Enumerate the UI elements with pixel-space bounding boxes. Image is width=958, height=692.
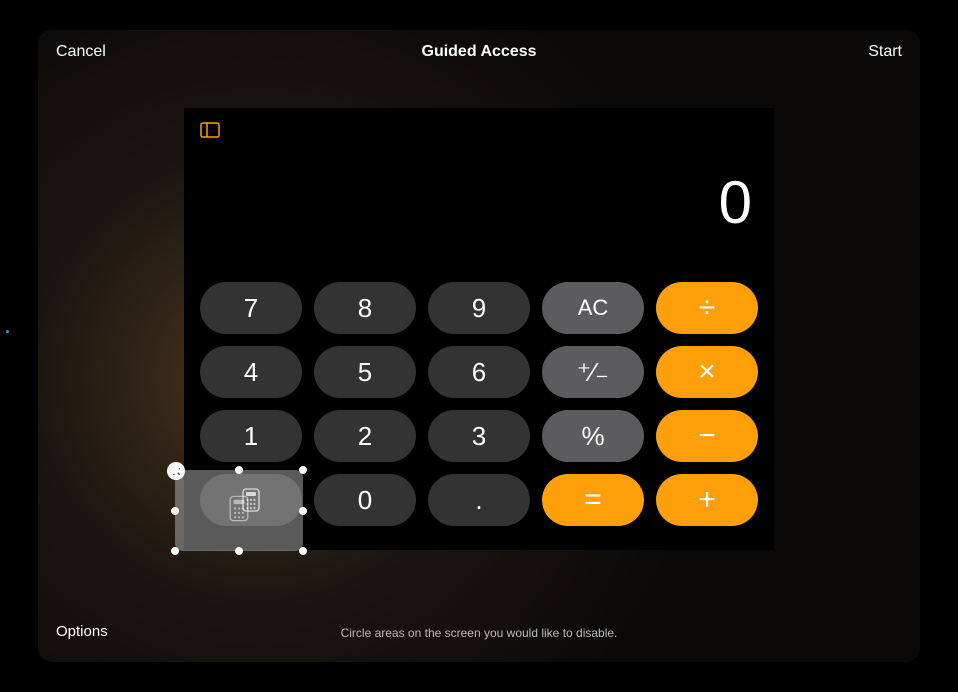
resize-handle[interactable]	[171, 466, 179, 474]
key-8[interactable]: 8	[314, 282, 416, 334]
calculator-display: 0	[719, 168, 752, 237]
key-equals[interactable]: =	[542, 474, 644, 526]
resize-handle[interactable]	[171, 507, 179, 515]
sidebar-toggle-icon[interactable]	[200, 122, 220, 138]
key-divide[interactable]: ÷	[656, 282, 758, 334]
key-0[interactable]: 0	[314, 474, 416, 526]
side-indicator-dot	[6, 330, 9, 333]
page-title: Guided Access	[421, 43, 536, 61]
key-decimal[interactable]: .	[428, 474, 530, 526]
key-1[interactable]: 1	[200, 410, 302, 462]
disabled-area-selection[interactable]	[175, 470, 303, 551]
screen: Cancel Guided Access Start 0 7 8 9 AC ÷ …	[38, 30, 920, 662]
key-3[interactable]: 3	[428, 410, 530, 462]
resize-handle[interactable]	[299, 547, 307, 555]
resize-handle[interactable]	[299, 466, 307, 474]
navigation-bar: Cancel Guided Access Start	[38, 30, 920, 74]
ipad-frame: Cancel Guided Access Start 0 7 8 9 AC ÷ …	[0, 0, 958, 692]
options-button[interactable]: Options	[56, 623, 108, 640]
key-2[interactable]: 2	[314, 410, 416, 462]
key-multiply[interactable]: ×	[656, 346, 758, 398]
footer-bar: Options Circle areas on the screen you w…	[38, 626, 920, 640]
key-plus[interactable]: +	[656, 474, 758, 526]
key-minus[interactable]: −	[656, 410, 758, 462]
key-percent[interactable]: %	[542, 410, 644, 462]
resize-handle[interactable]	[299, 507, 307, 515]
app-preview-calculator[interactable]: 0 7 8 9 AC ÷ 4 5 6 ⁺∕₋ × 1 2 3 % −	[184, 108, 774, 550]
key-plus-minus[interactable]: ⁺∕₋	[542, 346, 644, 398]
key-5[interactable]: 5	[314, 346, 416, 398]
resize-handle[interactable]	[235, 466, 243, 474]
key-7[interactable]: 7	[200, 282, 302, 334]
resize-handle[interactable]	[235, 547, 243, 555]
calculator-icon	[228, 495, 250, 527]
key-ac[interactable]: AC	[542, 282, 644, 334]
resize-handle[interactable]	[171, 547, 179, 555]
key-9[interactable]: 9	[428, 282, 530, 334]
key-4[interactable]: 4	[200, 346, 302, 398]
key-6[interactable]: 6	[428, 346, 530, 398]
start-button[interactable]: Start	[868, 43, 902, 61]
instruction-text: Circle areas on the screen you would lik…	[56, 626, 902, 640]
cancel-button[interactable]: Cancel	[56, 43, 106, 61]
